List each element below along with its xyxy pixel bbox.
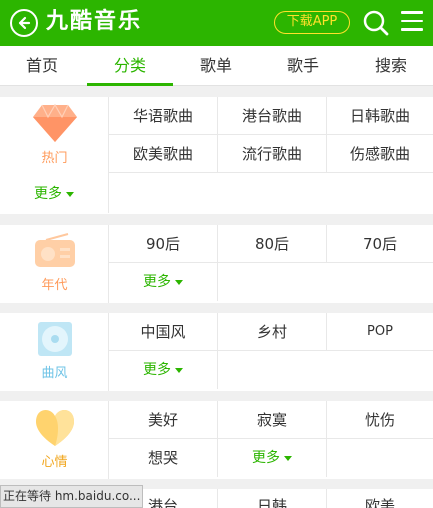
section-label: 曲风 [41, 366, 68, 381]
caret-down-icon [175, 279, 183, 285]
section-icon-area: 热门 [0, 97, 109, 175]
section-label: 热门 [41, 151, 68, 166]
back-arrow-icon [18, 16, 31, 30]
download-app-button[interactable]: 下载APP [274, 11, 350, 34]
tab-singer[interactable]: 歌手 [268, 46, 338, 86]
category-item[interactable]: 乡村 [218, 313, 327, 351]
caret-down-icon [66, 191, 74, 197]
browser-status-bar: 正在等待 hm.baidu.co... [0, 485, 143, 508]
category-item[interactable]: POP [327, 313, 433, 351]
category-item[interactable]: 90后 [109, 225, 218, 263]
more-button[interactable]: 更多 [109, 351, 218, 389]
category-item[interactable]: 美好 [109, 401, 218, 439]
section-hot: 热门 华语歌曲 港台歌曲 日韩歌曲 欧美歌曲 流行歌曲 伤感歌曲 更多 [0, 97, 433, 214]
search-button[interactable] [362, 9, 390, 37]
site-logo[interactable]: 九酷音乐 [46, 7, 142, 37]
more-label: 更多 [143, 274, 171, 290]
more-button[interactable]: 更多 [218, 439, 327, 477]
top-bar: 九酷音乐 下载APP [0, 0, 433, 46]
category-item[interactable]: 日韩歌曲 [327, 97, 433, 135]
more-label: 更多 [143, 362, 171, 378]
section-icon-area: 心情 [0, 401, 109, 479]
category-item[interactable]: 欧美 [327, 489, 433, 508]
category-item[interactable]: 欧美歌曲 [109, 135, 218, 173]
caret-down-icon [284, 455, 292, 461]
more-label: 更多 [252, 450, 280, 466]
menu-line [401, 11, 423, 14]
category-item[interactable]: 伤感歌曲 [327, 135, 433, 173]
section-label: 心情 [41, 455, 68, 470]
more-button[interactable]: 更多 [109, 263, 218, 301]
category-item[interactable]: 流行歌曲 [218, 135, 327, 173]
tab-search[interactable]: 搜索 [356, 46, 426, 86]
section-style: 曲风 中国风 乡村 POP 更多 [0, 313, 433, 391]
active-tab-indicator [87, 83, 173, 86]
section-mood: 心情 美好 寂寞 忧伤 想哭 更多 [0, 401, 433, 479]
radio-icon [35, 233, 75, 267]
category-item[interactable]: 日韩 [218, 489, 327, 508]
category-item[interactable]: 忧伤 [327, 401, 433, 439]
category-item[interactable]: 中国风 [109, 313, 218, 351]
back-button[interactable] [10, 9, 38, 37]
diamond-icon [33, 103, 77, 142]
category-item[interactable]: 寂寞 [218, 401, 327, 439]
tab-home[interactable]: 首页 [7, 46, 77, 86]
category-tabs: 首页 分类 歌单 歌手 搜索 [0, 46, 433, 86]
section-icon-area: 年代 [0, 225, 109, 303]
more-label: 更多 [34, 186, 62, 202]
section-icon-area: 曲风 [0, 313, 109, 391]
disc-icon [38, 322, 72, 356]
category-item[interactable]: 港台歌曲 [218, 97, 327, 135]
heart-icon [35, 410, 75, 446]
tab-playlist[interactable]: 歌单 [181, 46, 251, 86]
more-button[interactable]: 更多 [0, 175, 109, 213]
caret-down-icon [175, 367, 183, 373]
category-item[interactable]: 70后 [327, 225, 433, 263]
section-label: 年代 [41, 278, 68, 293]
section-era: 年代 90后 80后 70后 更多 [0, 225, 433, 303]
search-icon [363, 10, 389, 36]
category-item[interactable]: 华语歌曲 [109, 97, 218, 135]
menu-line [401, 28, 423, 31]
menu-line [401, 19, 423, 22]
tab-category[interactable]: 分类 [95, 46, 165, 86]
category-item[interactable]: 想哭 [109, 439, 218, 477]
menu-button[interactable] [401, 11, 425, 35]
category-item[interactable]: 80后 [218, 225, 327, 263]
